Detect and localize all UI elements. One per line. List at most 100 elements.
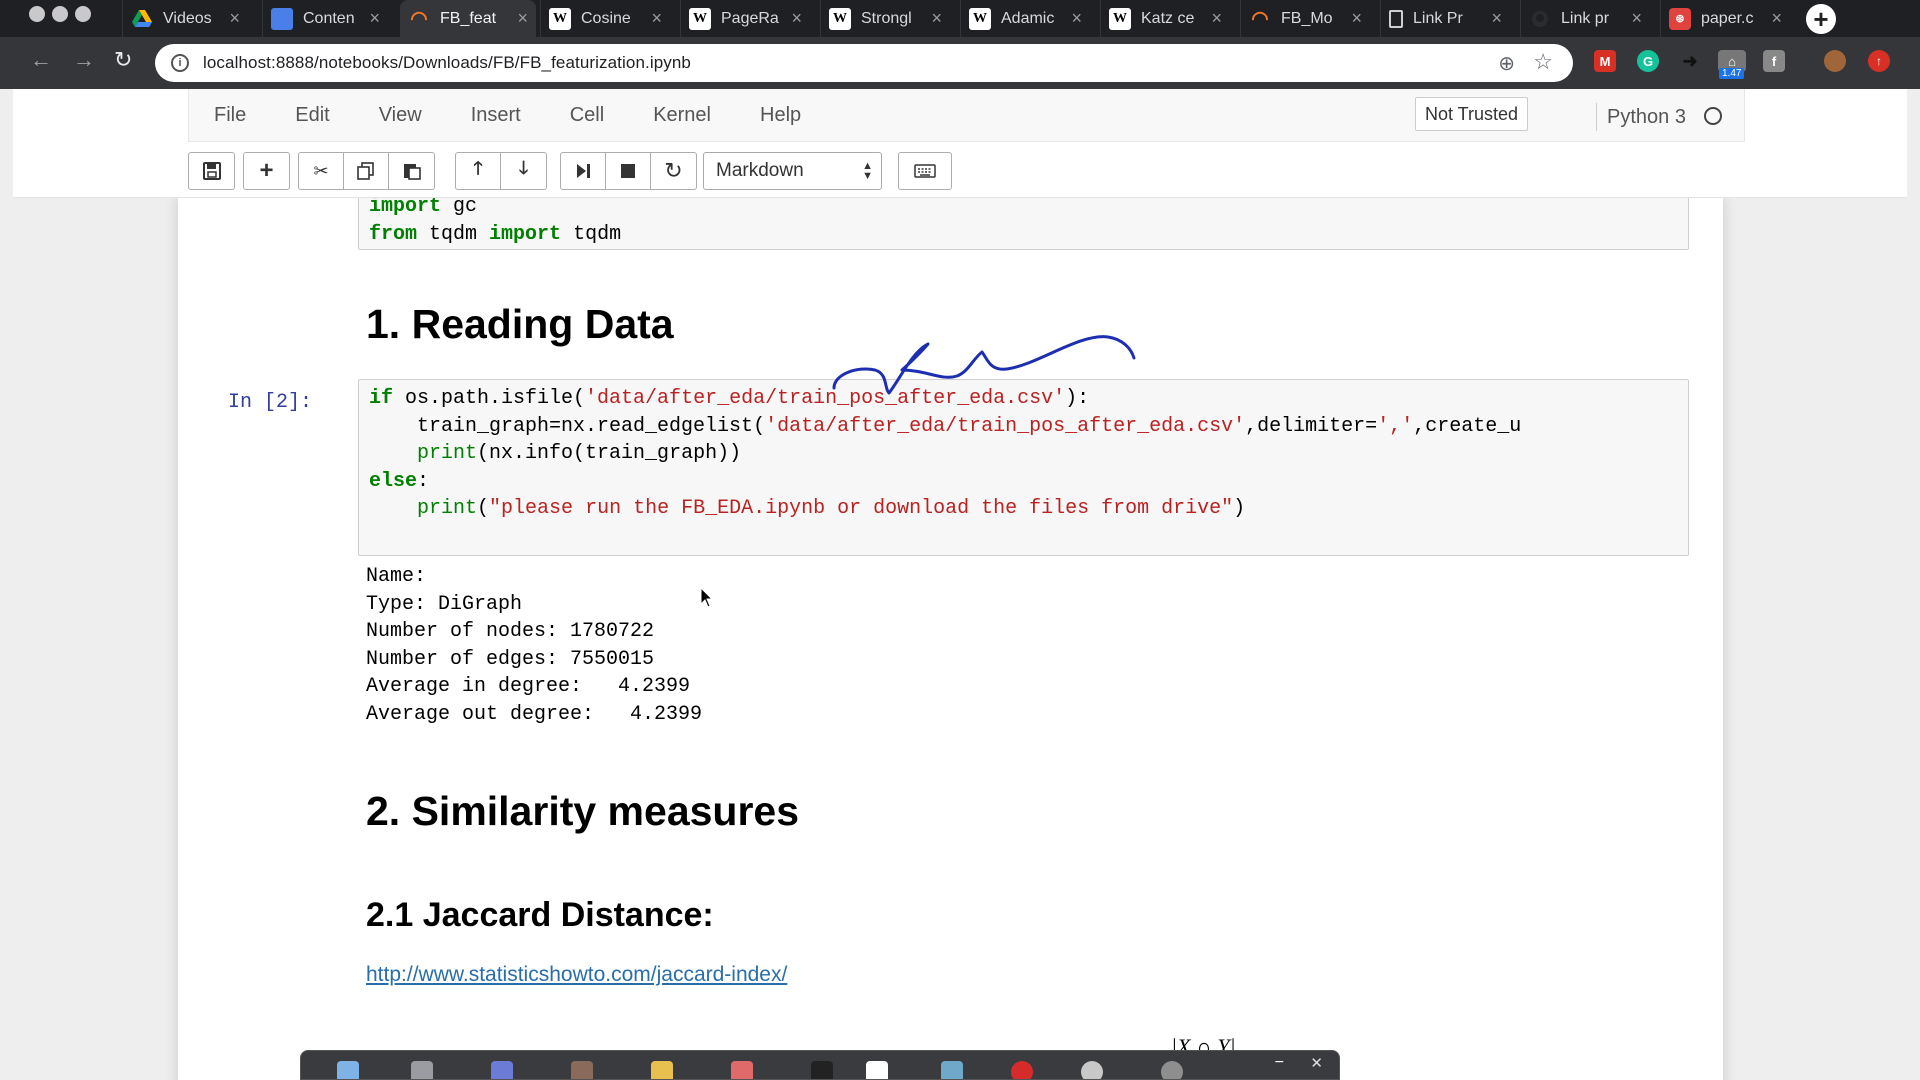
record-icon[interactable] — [1011, 1061, 1033, 1079]
menu-insert[interactable]: Insert — [471, 104, 521, 127]
browser-tab[interactable]: W Katz ce × — [1100, 0, 1230, 37]
toolbar-group-clipboard: ✂ — [298, 152, 435, 190]
window-zoom-button[interactable] — [75, 6, 91, 22]
profile-avatar[interactable] — [1824, 50, 1846, 72]
close-tab-icon[interactable]: × — [1351, 8, 1362, 29]
code-line: from — [369, 222, 418, 246]
dock-close-button[interactable]: ✕ — [1310, 1054, 1323, 1072]
close-tab-icon[interactable]: × — [1211, 8, 1222, 29]
close-tab-icon[interactable]: × — [369, 8, 380, 29]
close-tab-icon[interactable]: × — [651, 8, 662, 29]
webcam-icon[interactable] — [1081, 1061, 1103, 1079]
menu-kernel[interactable]: Kernel — [653, 104, 711, 127]
dock-app-icon[interactable] — [411, 1061, 433, 1079]
pdf-icon: ⊛ — [1669, 7, 1691, 30]
code-line: import — [489, 222, 562, 246]
browser-tab[interactable]: ◠ FB_Mo × — [1240, 0, 1370, 37]
wikipedia-icon: W — [689, 7, 711, 30]
interrupt-button[interactable] — [606, 153, 651, 189]
close-tab-icon[interactable]: × — [517, 8, 528, 29]
dock-app-icon[interactable] — [337, 1061, 359, 1079]
close-tab-icon[interactable]: × — [931, 8, 942, 29]
code-token: else — [369, 469, 418, 493]
jaccard-index-link[interactable]: http://www.statisticshowto.com/jaccard-i… — [366, 963, 787, 987]
url-text: localhost:8888/notebooks/Downloads/FB/FB… — [203, 53, 691, 72]
browser-toolbar: ← → ↻ i localhost:8888/notebooks/Downloa… — [0, 37, 1920, 89]
dock-app-icon[interactable] — [491, 1061, 513, 1079]
eraser-icon[interactable] — [731, 1061, 753, 1079]
blank-page-icon[interactable] — [866, 1061, 888, 1079]
update-icon[interactable]: ↑ — [1868, 50, 1890, 72]
pen-icon[interactable] — [941, 1061, 963, 1079]
menu-help[interactable]: Help — [760, 104, 801, 127]
menu-file[interactable]: File — [214, 104, 246, 127]
wikipedia-icon: W — [549, 7, 571, 30]
close-tab-icon[interactable]: × — [1771, 8, 1782, 29]
browser-tab-active[interactable]: ◠ FB_feat × — [400, 0, 536, 37]
save-button[interactable] — [189, 153, 234, 189]
floating-dock: − ✕ — [300, 1050, 1340, 1080]
close-tab-icon[interactable]: × — [229, 8, 240, 29]
code-token: ( — [477, 497, 490, 520]
output-line: Average in degree: 4.2399 — [366, 675, 691, 698]
window-close-button[interactable] — [29, 6, 45, 22]
move-down-button[interactable]: 🡓 — [501, 153, 546, 189]
browser-tab[interactable]: Conten × — [262, 0, 388, 37]
code-token: train_graph=nx.read_edgelist( — [369, 414, 766, 438]
browser-tab[interactable]: Link Pr × — [1380, 0, 1510, 37]
arrow-extension-icon[interactable]: ➜ — [1679, 50, 1701, 72]
address-bar[interactable]: i localhost:8888/notebooks/Downloads/FB/… — [155, 44, 1573, 82]
zoom-icon[interactable]: ⊕ — [1498, 51, 1515, 76]
toolbar-group-save — [188, 152, 235, 190]
new-tab-button[interactable]: + — [1806, 4, 1836, 34]
browser-tab[interactable]: W Adamic × — [960, 0, 1090, 37]
dock-app-icon[interactable] — [571, 1061, 593, 1079]
back-arrow-icon[interactable]: ← — [30, 47, 52, 73]
facebook-extension-icon[interactable]: f — [1763, 50, 1785, 72]
pointer-icon[interactable] — [811, 1061, 833, 1079]
menu-edit[interactable]: Edit — [295, 104, 329, 127]
file-icon — [1389, 9, 1403, 28]
paste-button[interactable] — [389, 153, 434, 189]
output-line: Name: — [366, 565, 427, 588]
not-trusted-button[interactable]: Not Trusted — [1415, 97, 1529, 131]
gmail-extension-icon[interactable]: M — [1594, 50, 1616, 72]
cell-type-select[interactable]: Markdown ▲ ▼ — [703, 152, 882, 190]
reload-icon[interactable]: ↻ — [114, 47, 132, 73]
menu-cell[interactable]: Cell — [570, 104, 604, 127]
copy-button[interactable] — [344, 153, 389, 189]
code-cell-imports[interactable]: import gc from tqdm import tqdm — [358, 198, 1689, 250]
close-tab-icon[interactable]: × — [1631, 8, 1642, 29]
close-tab-icon[interactable]: × — [1491, 8, 1502, 29]
menu-view[interactable]: View — [379, 104, 422, 127]
dock-minimize-button[interactable]: − — [1275, 1054, 1284, 1072]
browser-tab[interactable]: W Strongl × — [820, 0, 950, 37]
run-button[interactable] — [561, 153, 606, 189]
move-up-button[interactable]: 🡑 — [456, 153, 501, 189]
close-tab-icon[interactable]: × — [791, 8, 802, 29]
code-cell-read-graph[interactable]: if os.path.isfile('data/after_eda/train_… — [358, 379, 1689, 556]
close-tab-icon[interactable]: × — [1071, 8, 1082, 29]
info-icon[interactable]: i — [171, 54, 189, 72]
bookmark-star-icon[interactable]: ☆ — [1533, 49, 1553, 75]
browser-tab[interactable]: Videos × — [122, 0, 248, 37]
pencil-icon[interactable] — [651, 1061, 673, 1079]
window-minimize-button[interactable] — [52, 6, 68, 22]
command-palette-button[interactable] — [899, 153, 951, 189]
kernel-idle-indicator-icon — [1704, 107, 1722, 125]
browser-tab[interactable]: Link pr × — [1520, 0, 1650, 37]
forward-arrow-icon[interactable]: → — [73, 47, 95, 73]
gear-icon[interactable] — [1161, 1061, 1183, 1079]
cell-type-value: Markdown — [716, 160, 804, 181]
restart-button[interactable]: ↻ — [651, 153, 696, 189]
grammarly-extension-icon[interactable]: G — [1637, 50, 1659, 72]
browser-tab[interactable]: W Cosine × — [540, 0, 670, 37]
cut-button[interactable]: ✂ — [299, 153, 344, 189]
keyboard-icon — [914, 164, 936, 178]
browser-tab[interactable]: W PageRa × — [680, 0, 810, 37]
insert-cell-button[interactable]: + — [244, 153, 289, 189]
code-token: os.path.isfile( — [393, 387, 586, 410]
browser-tab[interactable]: ⊛ paper.c × — [1660, 0, 1790, 37]
wikipedia-icon: W — [1109, 7, 1131, 30]
output-line: Number of edges: 7550015 — [366, 647, 655, 671]
